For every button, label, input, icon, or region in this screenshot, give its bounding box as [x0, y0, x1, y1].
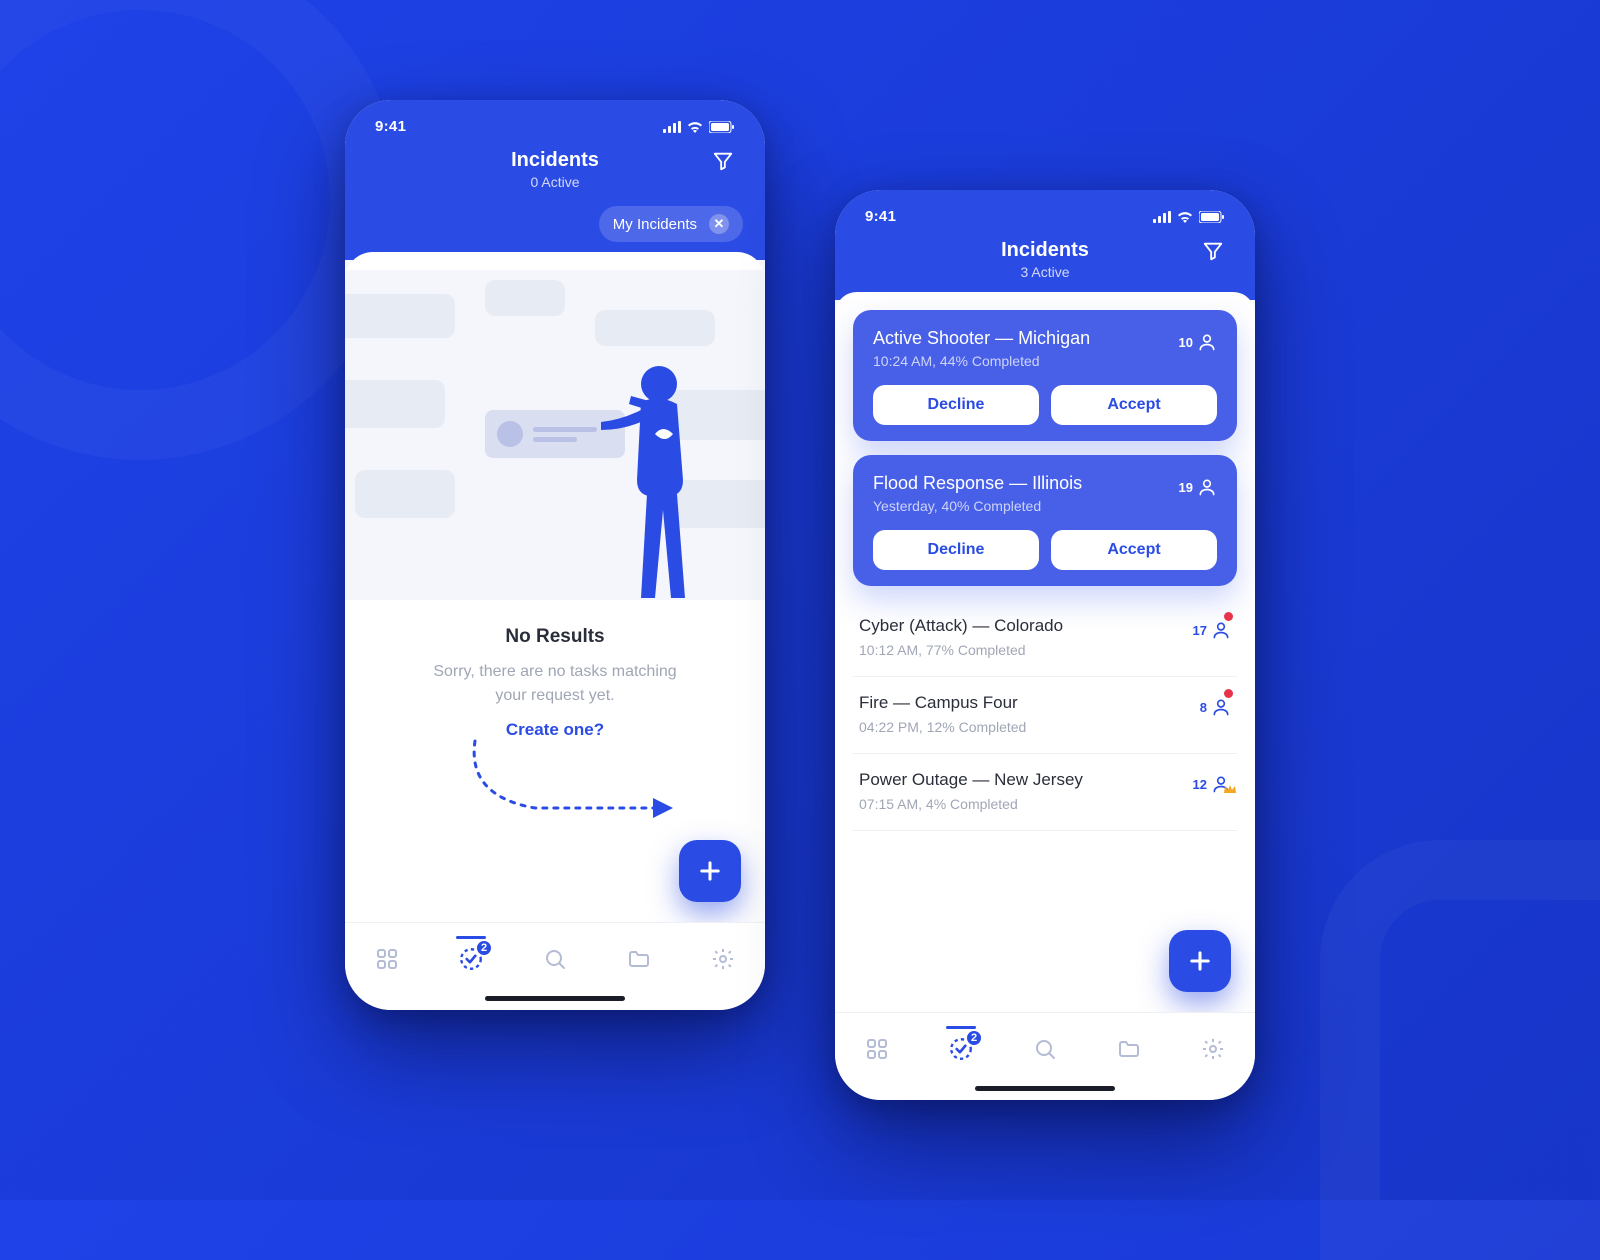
- empty-illustration: [345, 270, 765, 600]
- alert-badge-icon: [1224, 689, 1233, 698]
- plus-icon: [696, 857, 724, 885]
- folder-icon: [627, 947, 651, 971]
- tab-incidents[interactable]: 2: [449, 937, 493, 981]
- tab-bar: 2: [835, 1012, 1255, 1100]
- incident-meta: 10:12 AM, 77% Completed: [859, 642, 1063, 658]
- incident-meta: 04:22 PM, 12% Completed: [859, 719, 1026, 735]
- tab-search[interactable]: [533, 937, 577, 981]
- tab-files[interactable]: [617, 937, 661, 981]
- incident-meta: Yesterday, 40% Completed: [873, 498, 1082, 514]
- person-icon: [1211, 697, 1231, 717]
- arrow-illustration-icon: [465, 736, 675, 826]
- status-time: 9:41: [375, 118, 406, 135]
- people-count: 8: [1200, 693, 1231, 717]
- status-icons: [663, 121, 735, 133]
- phone-incident-list: 9:41 Incidents 3 Active A: [835, 190, 1255, 1100]
- search-icon: [1033, 1037, 1057, 1061]
- person-icon: [1211, 620, 1231, 640]
- chip-remove-button[interactable]: ✕: [709, 214, 729, 234]
- filter-button[interactable]: [705, 143, 741, 179]
- fab-add-button[interactable]: [679, 840, 741, 902]
- active-count: 3 Active: [835, 264, 1255, 280]
- gear-icon: [1201, 1037, 1225, 1061]
- filter-icon: [1202, 240, 1224, 262]
- incident-meta: 10:24 AM, 44% Completed: [873, 353, 1090, 369]
- incident-title: Power Outage — New Jersey: [859, 770, 1083, 790]
- page-title: Incidents: [835, 239, 1255, 262]
- filter-button[interactable]: [1195, 233, 1231, 269]
- tab-incidents[interactable]: 2: [939, 1027, 983, 1071]
- alert-badge-icon: [1224, 612, 1233, 621]
- tab-dashboard[interactable]: [365, 937, 409, 981]
- incident-row[interactable]: Power Outage — New Jersey 07:15 AM, 4% C…: [853, 754, 1237, 831]
- empty-body: Sorry, there are no tasks matching your …: [363, 660, 747, 708]
- active-count: 0 Active: [345, 174, 765, 190]
- decline-button[interactable]: Decline: [873, 385, 1039, 425]
- status-bar: 9:41: [835, 208, 1255, 225]
- tab-bar: 2: [345, 922, 765, 1010]
- content-area: No Results Sorry, there are no tasks mat…: [345, 252, 765, 922]
- tab-settings[interactable]: [701, 937, 745, 981]
- empty-heading: No Results: [363, 626, 747, 648]
- home-indicator: [485, 996, 625, 1001]
- people-count: 19: [1179, 473, 1217, 497]
- filter-icon: [712, 150, 734, 172]
- home-indicator: [975, 1086, 1115, 1091]
- pending-incident-card[interactable]: Flood Response — Illinois Yesterday, 40%…: [853, 455, 1237, 586]
- chip-label: My Incidents: [613, 216, 697, 233]
- app-header: 9:41 Incidents 0 Active My Incidents ✕: [345, 100, 765, 260]
- filter-chip-my-incidents[interactable]: My Incidents ✕: [599, 206, 743, 242]
- accept-button[interactable]: Accept: [1051, 530, 1217, 570]
- fab-add-button[interactable]: [1169, 930, 1231, 992]
- folder-icon: [1117, 1037, 1141, 1061]
- gear-icon: [711, 947, 735, 971]
- incident-title: Flood Response — Illinois: [873, 473, 1082, 494]
- pending-incident-card[interactable]: Active Shooter — Michigan 10:24 AM, 44% …: [853, 310, 1237, 441]
- incident-row[interactable]: Cyber (Attack) — Colorado 10:12 AM, 77% …: [853, 600, 1237, 677]
- incident-meta: 07:15 AM, 4% Completed: [859, 796, 1083, 812]
- people-count: 12: [1193, 770, 1231, 794]
- grid-icon: [375, 947, 399, 971]
- incident-title: Fire — Campus Four: [859, 693, 1026, 713]
- tab-badge: 2: [475, 939, 493, 957]
- person-icon: [1197, 332, 1217, 352]
- people-count: 10: [1179, 328, 1217, 352]
- page-title: Incidents: [345, 149, 765, 172]
- decline-button[interactable]: Decline: [873, 530, 1039, 570]
- incident-row[interactable]: Fire — Campus Four 04:22 PM, 12% Complet…: [853, 677, 1237, 754]
- app-header: 9:41 Incidents 3 Active: [835, 190, 1255, 300]
- incident-title: Active Shooter — Michigan: [873, 328, 1090, 349]
- tab-settings[interactable]: [1191, 1027, 1235, 1071]
- people-count: 17: [1193, 616, 1231, 640]
- accept-button[interactable]: Accept: [1051, 385, 1217, 425]
- tab-files[interactable]: [1107, 1027, 1151, 1071]
- incident-title: Cyber (Attack) — Colorado: [859, 616, 1063, 636]
- person-icon: [1197, 477, 1217, 497]
- phone-empty-state: 9:41 Incidents 0 Active My Incidents ✕: [345, 100, 765, 1010]
- status-icons: [1153, 211, 1225, 223]
- grid-icon: [865, 1037, 889, 1061]
- tab-badge: 2: [965, 1029, 983, 1047]
- tab-dashboard[interactable]: [855, 1027, 899, 1071]
- status-time: 9:41: [865, 208, 896, 225]
- plus-icon: [1186, 947, 1214, 975]
- status-bar: 9:41: [345, 118, 765, 135]
- tab-search[interactable]: [1023, 1027, 1067, 1071]
- crown-badge-icon: [1223, 784, 1237, 796]
- person-illustration-icon: [601, 360, 711, 600]
- content-area: Active Shooter — Michigan 10:24 AM, 44% …: [835, 292, 1255, 1012]
- search-icon: [543, 947, 567, 971]
